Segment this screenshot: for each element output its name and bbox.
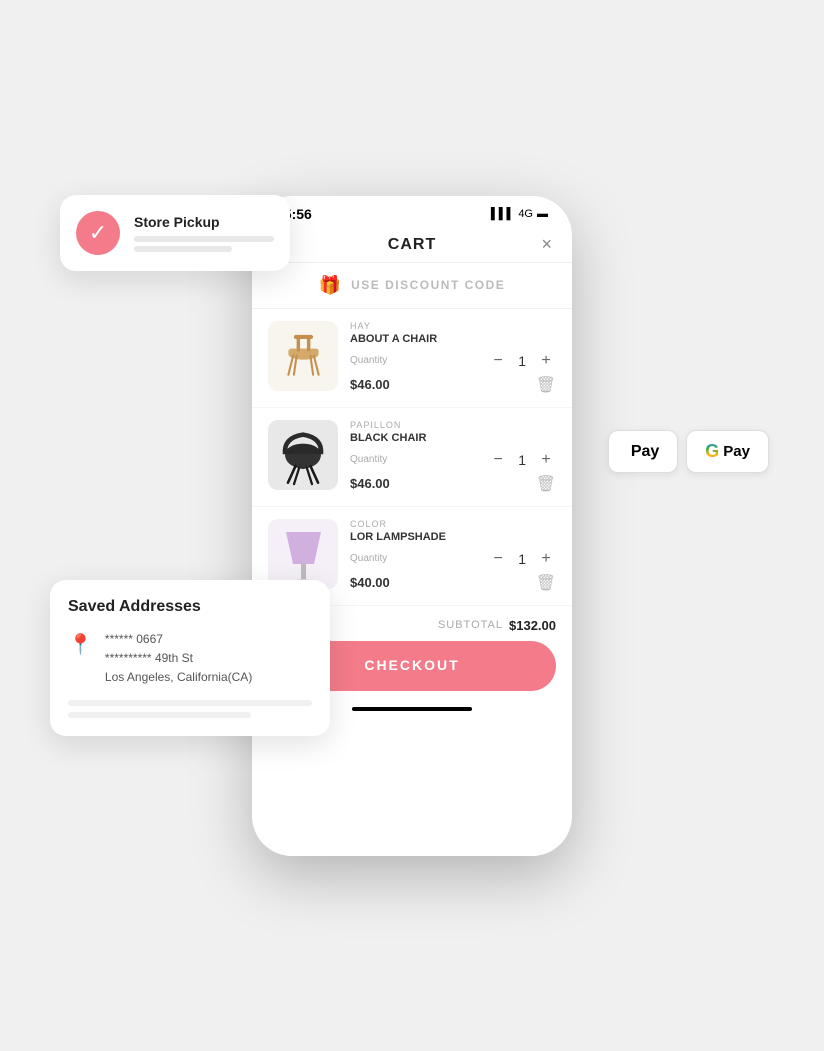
apple-pay-label: Pay — [631, 443, 659, 461]
item-details-1: HAY ABOUT A CHAIR Quantity − 1 + $46.00 … — [350, 321, 556, 395]
address-divider-2 — [68, 712, 251, 718]
battery-icon: ▬ — [537, 208, 548, 220]
trash-icon-1[interactable]: 🗑 — [536, 375, 556, 395]
pickup-lines — [134, 236, 274, 252]
checkout-label: CHECKOUT — [364, 657, 459, 673]
close-button[interactable]: × — [541, 234, 552, 255]
cart-item-1: HAY ABOUT A CHAIR Quantity − 1 + $46.00 … — [252, 309, 572, 408]
pickup-icon-circle: ✓ — [76, 211, 120, 255]
status-icons: ▌▌▌ 4G ▬ — [491, 208, 548, 220]
address-line-1: ****** 0667 — [105, 630, 312, 649]
store-pickup-card: ✓ Store Pickup — [60, 195, 290, 271]
discount-bar[interactable]: 🎁 USE DISCOUNT CODE — [252, 263, 572, 309]
pickup-line-2 — [134, 246, 232, 252]
wood-chair-svg — [276, 328, 331, 383]
pin-icon: 📍 — [68, 632, 93, 688]
google-pay-logo: G Pay — [705, 441, 750, 462]
price-row-3: $40.00 🗑 — [350, 573, 556, 593]
cart-header: CART × — [252, 228, 572, 263]
phone-frame: 15:56 ▌▌▌ 4G ▬ CART × 🎁 USE DISCOUNT COD… — [252, 196, 572, 856]
qty-controls-2: − 1 + — [488, 450, 556, 470]
address-divider-1 — [68, 700, 312, 706]
item-name-3: LOR LAMPSHADE — [350, 531, 556, 543]
cart-title: CART — [388, 236, 436, 254]
apple-pay-logo: Pay — [627, 443, 659, 461]
item-image-2 — [268, 420, 338, 490]
qty-number-2: 1 — [518, 452, 526, 468]
quantity-row-2: Quantity − 1 + — [350, 450, 556, 470]
gift-icon: 🎁 — [319, 275, 341, 296]
item-price-1: $46.00 — [350, 377, 390, 392]
address-dividers — [68, 700, 312, 718]
price-row-2: $46.00 🗑 — [350, 474, 556, 494]
item-image-1 — [268, 321, 338, 391]
lampshade-svg — [276, 524, 331, 584]
addresses-title: Saved Addresses — [68, 598, 312, 616]
item-price-2: $46.00 — [350, 476, 390, 491]
item-price-3: $40.00 — [350, 575, 390, 590]
google-pay-button[interactable]: G Pay — [686, 430, 769, 473]
pickup-title: Store Pickup — [134, 214, 274, 230]
address-lines: ****** 0667 ********** 49th St Los Angel… — [105, 630, 312, 688]
item-brand-2: PAPILLON — [350, 420, 556, 430]
qty-label-1: Quantity — [350, 355, 387, 366]
quantity-row-3: Quantity − 1 + — [350, 549, 556, 569]
discount-label: USE DISCOUNT CODE — [351, 278, 505, 292]
status-bar: 15:56 ▌▌▌ 4G ▬ — [252, 196, 572, 228]
address-entry: 📍 ****** 0667 ********** 49th St Los Ang… — [68, 630, 312, 688]
item-brand-3: COLOR — [350, 519, 556, 529]
qty-number-3: 1 — [518, 551, 526, 567]
qty-label-3: Quantity — [350, 553, 387, 564]
address-line-2: ********** 49th St — [105, 649, 312, 668]
pickup-line-1 — [134, 236, 274, 242]
network-icon: 4G — [518, 208, 533, 220]
cart-item-2: PAPILLON BLACK CHAIR Quantity − 1 + $46.… — [252, 408, 572, 507]
qty-controls-3: − 1 + — [488, 549, 556, 569]
qty-increase-2[interactable]: + — [536, 450, 556, 470]
item-name-2: BLACK CHAIR — [350, 432, 556, 444]
payment-methods-card: Pay G Pay — [608, 430, 769, 473]
qty-label-2: Quantity — [350, 454, 387, 465]
qty-decrease-1[interactable]: − — [488, 351, 508, 371]
home-indicator — [352, 707, 472, 711]
qty-decrease-2[interactable]: − — [488, 450, 508, 470]
signal-icon: ▌▌▌ — [491, 208, 514, 220]
black-chair-svg — [273, 422, 333, 487]
trash-icon-2[interactable]: 🗑 — [536, 474, 556, 494]
subtotal-amount: $132.00 — [509, 618, 556, 633]
item-details-2: PAPILLON BLACK CHAIR Quantity − 1 + $46.… — [350, 420, 556, 494]
quantity-row-1: Quantity − 1 + — [350, 351, 556, 371]
item-brand-1: HAY — [350, 321, 556, 331]
apple-pay-button[interactable]: Pay — [608, 430, 678, 473]
subtotal-label: SUBTOTAL — [438, 619, 503, 631]
checkmark-icon: ✓ — [89, 220, 107, 246]
item-image-3 — [268, 519, 338, 589]
google-pay-label: Pay — [723, 443, 750, 460]
pickup-info: Store Pickup — [134, 214, 274, 252]
qty-increase-1[interactable]: + — [536, 351, 556, 371]
address-line-3: Los Angeles, California(CA) — [105, 668, 312, 687]
trash-icon-3[interactable]: 🗑 — [536, 573, 556, 593]
price-row-1: $46.00 🗑 — [350, 375, 556, 395]
saved-addresses-card: Saved Addresses 📍 ****** 0667 **********… — [50, 580, 330, 736]
qty-increase-3[interactable]: + — [536, 549, 556, 569]
qty-number-1: 1 — [518, 353, 526, 369]
qty-controls-1: − 1 + — [488, 351, 556, 371]
item-name-1: ABOUT A CHAIR — [350, 333, 556, 345]
item-details-3: COLOR LOR LAMPSHADE Quantity − 1 + $40.0… — [350, 519, 556, 593]
g-letter: G — [705, 441, 719, 462]
qty-decrease-3[interactable]: − — [488, 549, 508, 569]
